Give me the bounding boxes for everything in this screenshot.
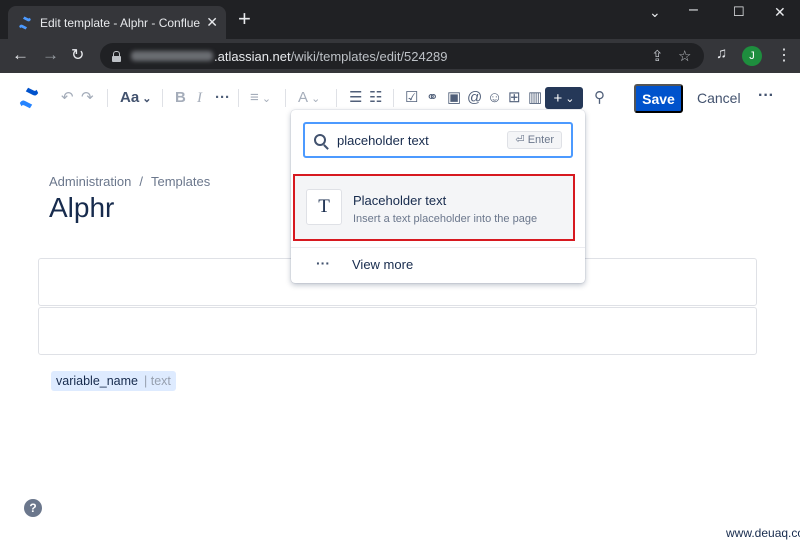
breadcrumb: Administration / Templates xyxy=(49,174,211,189)
variable-type: | text xyxy=(144,374,171,388)
new-tab-icon[interactable]: + xyxy=(238,8,251,30)
numbered-list-icon[interactable]: ☷ xyxy=(369,89,382,107)
share-icon[interactable]: ⇪ xyxy=(651,47,664,65)
content-block[interactable] xyxy=(38,307,757,355)
placeholder-variable-chip[interactable]: variable_name | text xyxy=(51,371,176,391)
bold-icon[interactable]: B xyxy=(175,89,186,107)
url-path: /wiki/templates/edit/524289 xyxy=(290,48,448,64)
divider xyxy=(291,247,585,248)
undo-icon[interactable]: ↶ xyxy=(61,89,74,107)
watermark: www.deuaq.com xyxy=(726,526,800,540)
align-icon[interactable]: ≡ ⌄ xyxy=(250,89,271,108)
back-icon[interactable]: ← xyxy=(12,45,29,65)
find-replace-icon[interactable]: ⚲ xyxy=(594,89,605,107)
link-icon[interactable]: ⚭ xyxy=(426,89,439,107)
bullet-list-icon[interactable]: ☰ xyxy=(349,89,362,107)
url-host: .atlassian.net xyxy=(214,48,291,64)
text-color-icon[interactable]: A ⌄ xyxy=(298,89,320,108)
more-actions-icon[interactable]: ··· xyxy=(758,87,774,105)
reload-icon[interactable]: ↻ xyxy=(71,45,84,65)
minimize-icon[interactable]: – xyxy=(689,1,698,19)
maximize-icon[interactable]: ☐ xyxy=(733,4,745,20)
enter-key-hint: ⏎ Enter xyxy=(507,131,562,149)
insert-search-input[interactable]: placeholder text ⏎ Enter xyxy=(303,122,573,158)
insert-more-button[interactable]: + ⌄ xyxy=(545,87,583,109)
browser-address-bar: ← → ↻ .atlassian.net/wiki/templates/edit… xyxy=(0,39,800,73)
cancel-button[interactable]: Cancel xyxy=(697,90,741,106)
menu-item-description: Insert a text placeholder into the page xyxy=(353,213,538,225)
browser-menu-icon[interactable]: ⋮ xyxy=(776,45,792,65)
url-field[interactable]: .atlassian.net/wiki/templates/edit/52428… xyxy=(100,43,704,69)
confluence-logo-icon xyxy=(19,15,31,30)
chevron-down-icon: ⌄ xyxy=(565,92,575,105)
view-more-link[interactable]: View more xyxy=(352,257,413,272)
menu-item-placeholder-text[interactable]: T Placeholder text Insert a text placeho… xyxy=(293,174,575,241)
menu-item-title: Placeholder text xyxy=(353,193,447,208)
browser-titlebar: Edit template - Alphr - Confluence ✕ + ⌄… xyxy=(0,0,800,39)
media-control-icon[interactable]: ♫ xyxy=(716,45,727,62)
confluence-logo-icon[interactable] xyxy=(18,87,40,109)
emoji-icon[interactable]: ☺ xyxy=(487,89,502,107)
insert-menu-popup: placeholder text ⏎ Enter T Placeholder t… xyxy=(291,110,585,283)
chevron-down-icon: ⌄ xyxy=(139,93,152,105)
search-icon xyxy=(314,134,326,146)
breadcrumb-item-templates[interactable]: Templates xyxy=(151,174,210,189)
forward-icon[interactable]: → xyxy=(42,45,59,65)
text-style-dropdown[interactable]: Aa ⌄ xyxy=(120,89,151,108)
save-button[interactable]: Save xyxy=(634,84,683,113)
search-input-value: placeholder text xyxy=(337,132,429,148)
ellipsis-icon: ··· xyxy=(316,255,330,271)
breadcrumb-item-administration[interactable]: Administration xyxy=(49,174,131,189)
browser-tab[interactable]: Edit template - Alphr - Confluence ✕ xyxy=(8,6,226,39)
bookmark-star-icon[interactable]: ☆ xyxy=(678,47,691,65)
page-title[interactable]: Alphr xyxy=(49,192,114,224)
blurred-subdomain xyxy=(131,51,213,61)
action-item-icon[interactable]: ☑ xyxy=(405,89,418,107)
help-icon[interactable]: ? xyxy=(24,499,42,517)
profile-avatar[interactable]: J xyxy=(742,46,762,66)
redo-icon[interactable]: ↷ xyxy=(81,89,94,107)
tab-search-chevron-icon[interactable]: ⌄ xyxy=(649,4,661,21)
mention-icon[interactable]: @ xyxy=(467,89,482,107)
window-close-icon[interactable]: ✕ xyxy=(774,4,786,21)
more-formatting-icon[interactable]: ··· xyxy=(215,89,230,107)
italic-icon[interactable]: I xyxy=(197,89,202,107)
tab-title: Edit template - Alphr - Confluence xyxy=(40,15,200,30)
table-icon[interactable]: ⊞ xyxy=(508,89,521,107)
text-style-label: Aa xyxy=(120,89,140,106)
layout-icon[interactable]: ▥ xyxy=(528,89,542,107)
image-icon[interactable]: ▣ xyxy=(447,89,461,107)
tab-close-icon[interactable]: ✕ xyxy=(206,14,218,31)
text-placeholder-icon: T xyxy=(306,189,342,225)
plus-icon: + xyxy=(553,89,563,107)
lock-icon xyxy=(112,50,121,62)
variable-name: variable_name xyxy=(56,374,138,388)
